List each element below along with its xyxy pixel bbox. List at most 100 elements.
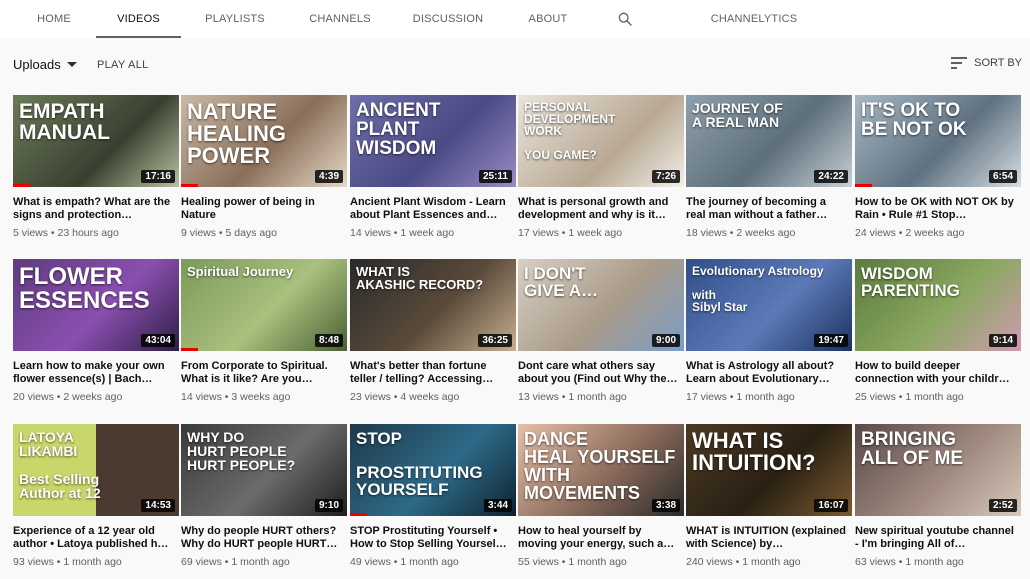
- video-thumbnail[interactable]: WISDOM PARENTING 9:14: [855, 259, 1021, 351]
- video-thumbnail[interactable]: STOP PROSTITUTING YOURSELF 3:44: [350, 424, 516, 516]
- video-title[interactable]: The journey of becoming a real man witho…: [686, 196, 846, 222]
- thumbnail-text: WHY DO HURT PEOPLE HURT PEOPLE?: [187, 429, 296, 473]
- video-card[interactable]: I DON'T GIVE A… 9:00 Dont care what others…: [518, 259, 684, 409]
- meta-separator: •: [390, 556, 401, 568]
- video-title[interactable]: Why do people HURT others? Why do HURT p…: [181, 525, 341, 551]
- video-title[interactable]: Ancient Plant Wisdom - Learn about Plant…: [350, 196, 510, 222]
- tab-discussion[interactable]: DISCUSSION: [410, 0, 486, 38]
- video-card[interactable]: DANCE HEAL YOURSELF WITH MOVEMENTS 3:38 Ho…: [518, 424, 684, 574]
- video-card[interactable]: EMPATH MANUAL 17:16 What is empath? What a…: [13, 95, 179, 245]
- video-thumbnail[interactable]: Evolutionary Astrology with Sibyl Star 19…: [686, 259, 852, 351]
- video-title[interactable]: Dont care what others say about you (Fin…: [518, 360, 678, 386]
- video-title[interactable]: Learn how to make your own flower essenc…: [13, 360, 173, 386]
- video-meta: 20 views • 2 weeks ago: [13, 391, 122, 403]
- video-thumbnail[interactable]: EMPATH MANUAL 17:16: [13, 95, 179, 187]
- video-thumbnail[interactable]: Spiritual Journey 8:48: [181, 259, 347, 351]
- video-title[interactable]: What is empath? What are the signs and p…: [13, 196, 173, 222]
- tab-about[interactable]: ABOUT: [520, 0, 576, 38]
- meta-separator: •: [390, 227, 401, 239]
- meta-separator: •: [895, 556, 906, 568]
- watch-progress-bar: [350, 513, 367, 516]
- duration-badge: 17:16: [141, 170, 175, 183]
- view-count: 49 views: [350, 556, 391, 568]
- duration-badge: 24:22: [814, 170, 848, 183]
- meta-separator: •: [558, 391, 569, 403]
- view-count: 18 views: [686, 227, 727, 239]
- video-title[interactable]: From Corporate to Spiritual. What is it …: [181, 360, 341, 386]
- thumbnail-text: NATURE HEALING POWER: [187, 99, 286, 168]
- meta-separator: •: [216, 227, 226, 239]
- video-thumbnail[interactable]: FLOWER ESSENCES 43:04: [13, 259, 179, 351]
- video-card[interactable]: FLOWER ESSENCES 43:04 Learn how to make yo…: [13, 259, 179, 409]
- sort-by-button[interactable]: SORT BY: [951, 57, 1022, 69]
- video-card[interactable]: PERSONAL DEVELOPMENT WORK YOU GAME? 7:26 W…: [518, 95, 684, 245]
- duration-badge: 3:38: [651, 499, 680, 512]
- video-thumbnail[interactable]: LATOYA LIKAMBI Best Selling Author at 12…: [13, 424, 179, 516]
- duration-badge: 8:48: [314, 334, 343, 347]
- duration-badge: 2:52: [988, 499, 1017, 512]
- thumbnail-text: I DON'T GIVE A…: [524, 264, 598, 300]
- tab-home[interactable]: HOME: [24, 0, 84, 38]
- video-title[interactable]: How to be OK with NOT OK by Rain • Rule …: [855, 196, 1015, 222]
- video-title[interactable]: STOP Prostituting Yourself • How to Stop…: [350, 525, 510, 551]
- video-title[interactable]: What's better than fortune teller / tell…: [350, 360, 510, 386]
- video-thumbnail[interactable]: JOURNEY OF A REAL MAN 24:22: [686, 95, 852, 187]
- meta-separator: •: [895, 391, 906, 403]
- video-meta: 63 views • 1 month ago: [855, 556, 964, 568]
- video-title[interactable]: How to heal yourself by moving your ener…: [518, 525, 678, 551]
- video-card[interactable]: BRINGING ALL OF ME 2:52 New spiritual yout…: [855, 424, 1021, 574]
- view-count: 14 views: [350, 227, 391, 239]
- tab-channelytics[interactable]: CHANNELYTICS: [706, 0, 802, 38]
- video-card[interactable]: WHY DO HURT PEOPLE HURT PEOPLE? 9:10 Why d…: [181, 424, 347, 574]
- video-title[interactable]: Experience of a 12 year old author • Lat…: [13, 525, 173, 551]
- tab-playlists[interactable]: PLAYLISTS: [196, 0, 274, 38]
- duration-badge: 9:10: [314, 499, 343, 512]
- video-thumbnail[interactable]: PERSONAL DEVELOPMENT WORK YOU GAME? 7:26: [518, 95, 684, 187]
- video-title[interactable]: What is personal growth and development …: [518, 196, 678, 222]
- video-thumbnail[interactable]: DANCE HEAL YOURSELF WITH MOVEMENTS 3:38: [518, 424, 684, 516]
- search-icon[interactable]: [612, 0, 638, 38]
- video-card[interactable]: Spiritual Journey 8:48 From Corporate to S…: [181, 259, 347, 409]
- videos-toolbar: Uploads PLAY ALL SORT BY: [0, 38, 1030, 94]
- video-title[interactable]: Healing power of being in Nature: [181, 196, 341, 222]
- video-card[interactable]: WHAT IS AKASHIC RECORD? 36:25 What's bette…: [350, 259, 516, 409]
- tab-videos[interactable]: VIDEOS: [96, 0, 181, 38]
- meta-separator: •: [558, 556, 569, 568]
- video-thumbnail[interactable]: I DON'T GIVE A… 9:00: [518, 259, 684, 351]
- video-card[interactable]: WISDOM PARENTING 9:14 How to build deeper …: [855, 259, 1021, 409]
- video-thumbnail[interactable]: WHY DO HURT PEOPLE HURT PEOPLE? 9:10: [181, 424, 347, 516]
- thumbnail-text: PERSONAL DEVELOPMENT WORK YOU GAME?: [524, 100, 616, 162]
- video-card[interactable]: LATOYA LIKAMBI Best Selling Author at 12…: [13, 424, 179, 574]
- view-count: 13 views: [518, 391, 559, 403]
- duration-badge: 14:53: [141, 499, 175, 512]
- video-card[interactable]: JOURNEY OF A REAL MAN 24:22 The journey of…: [686, 95, 852, 245]
- video-thumbnail[interactable]: IT'S OK TO BE NOT OK 6:54: [855, 95, 1021, 187]
- video-card[interactable]: WHAT IS INTUITION? 16:07 WHAT is INTUITION…: [686, 424, 852, 574]
- video-title[interactable]: WHAT is INTUITION (explained with Scienc…: [686, 525, 846, 551]
- duration-badge: 6:54: [988, 170, 1017, 183]
- upload-age: 1 month ago: [231, 556, 290, 568]
- video-thumbnail[interactable]: WHAT IS AKASHIC RECORD? 36:25: [350, 259, 516, 351]
- video-thumbnail[interactable]: NATURE HEALING POWER 4:39: [181, 95, 347, 187]
- video-card[interactable]: NATURE HEALING POWER 4:39 Healing power of…: [181, 95, 347, 245]
- thumbnail-text: JOURNEY OF A REAL MAN: [692, 100, 783, 130]
- video-thumbnail[interactable]: ANCIENT PLANT WISDOM 25:11: [350, 95, 516, 187]
- video-title[interactable]: What is Astrology all about? Learn about…: [686, 360, 846, 386]
- uploads-dropdown[interactable]: Uploads: [13, 57, 77, 72]
- video-card[interactable]: IT'S OK TO BE NOT OK 6:54 How to be OK wit…: [855, 95, 1021, 245]
- video-thumbnail[interactable]: BRINGING ALL OF ME 2:52: [855, 424, 1021, 516]
- tab-channels[interactable]: CHANNELS: [302, 0, 378, 38]
- view-count: 9 views: [181, 227, 217, 239]
- upload-age: 1 month ago: [742, 556, 801, 568]
- video-meta: 5 views • 23 hours ago: [13, 227, 119, 239]
- upload-age: 1 month ago: [905, 391, 964, 403]
- video-card[interactable]: ANCIENT PLANT WISDOM 25:11 Ancient Plant W…: [350, 95, 516, 245]
- view-count: 63 views: [855, 556, 896, 568]
- video-card[interactable]: STOP PROSTITUTING YOURSELF 3:44 STOP Prost…: [350, 424, 516, 574]
- video-card[interactable]: Evolutionary Astrology with Sibyl Star 19…: [686, 259, 852, 409]
- video-thumbnail[interactable]: WHAT IS INTUITION? 16:07: [686, 424, 852, 516]
- play-all-button[interactable]: PLAY ALL: [97, 59, 149, 71]
- video-title[interactable]: How to build deeper connection with your…: [855, 360, 1015, 386]
- video-title[interactable]: New spiritual youtube channel - I'm brin…: [855, 525, 1015, 551]
- meta-separator: •: [558, 227, 569, 239]
